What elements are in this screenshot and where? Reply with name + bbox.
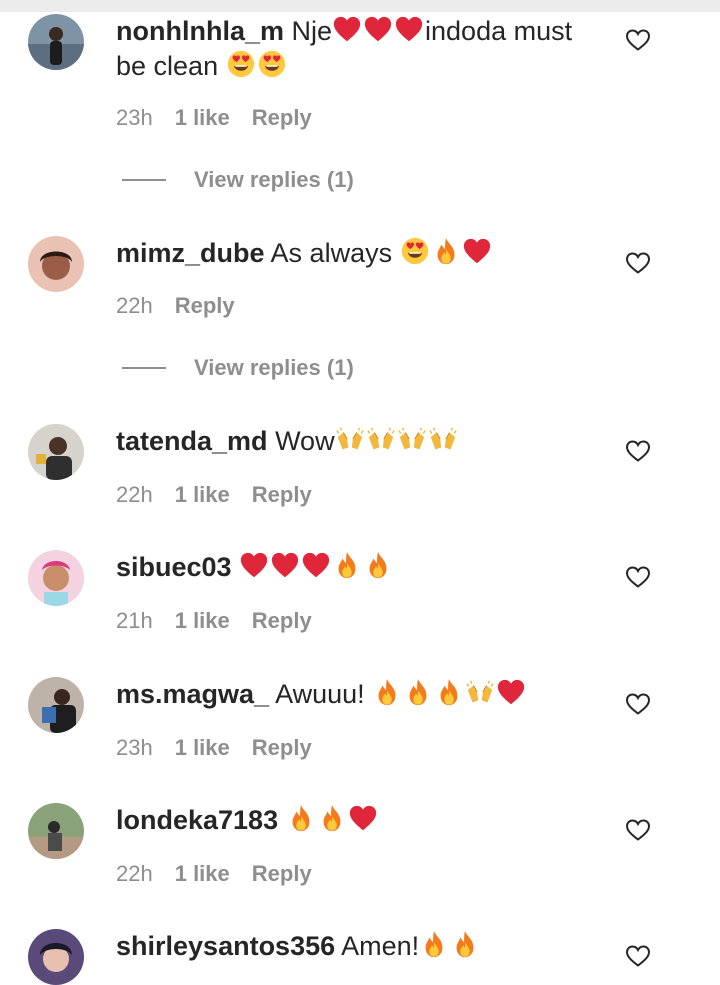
red-heart-emoji (348, 803, 378, 833)
fire-emoji (431, 236, 461, 266)
like-heart-icon[interactable] (625, 565, 651, 589)
fire-emoji (317, 803, 347, 833)
avatar[interactable] (28, 424, 84, 480)
view-replies-button[interactable]: View replies (1) (122, 167, 354, 193)
user-avatar-icon (28, 929, 84, 985)
comment-text: tatenda_md Wow (116, 424, 606, 459)
comment-username[interactable]: nonhlnhla_m (116, 16, 284, 46)
raising-hands-emoji (428, 424, 458, 454)
comment-text: shirleysantos356 Amen! (116, 929, 606, 964)
heart-eyes-emoji (226, 49, 256, 79)
reply-button[interactable]: Reply (252, 861, 312, 887)
like-heart-icon[interactable] (625, 439, 651, 463)
red-heart-emoji (239, 550, 269, 580)
comment-username[interactable]: ms.magwa_ (116, 679, 269, 709)
comment-time: 21h (116, 608, 153, 633)
fire-emoji (286, 803, 316, 833)
comment-meta: 23h 1 like Reply (116, 105, 312, 131)
user-avatar-icon (28, 677, 84, 733)
reply-button[interactable]: Reply (252, 105, 312, 131)
comment-likes[interactable]: 1 like (175, 735, 230, 761)
comment-likes[interactable]: 1 like (175, 861, 230, 887)
comment-username[interactable]: shirleysantos356 (116, 931, 335, 961)
fire-emoji (332, 550, 362, 580)
fire-emoji (372, 677, 402, 707)
comment-time: 23h (116, 105, 153, 130)
divider-line (122, 179, 166, 181)
comment-text: mimz_dube As always (116, 236, 606, 271)
comment-text: ms.magwa_ Awuuu! (116, 677, 606, 712)
red-heart-emoji (496, 677, 526, 707)
comment-likes[interactable]: 1 like (175, 608, 230, 634)
like-heart-icon[interactable] (625, 28, 651, 52)
heart-eyes-emoji (400, 236, 430, 266)
raising-hands-emoji (366, 424, 396, 454)
comment-time: 22h (116, 861, 153, 886)
fire-emoji (363, 550, 393, 580)
comment-time: 22h (116, 482, 153, 507)
comment-meta: 22h 1 like Reply (116, 482, 312, 508)
red-heart-emoji (462, 236, 492, 266)
comment-username[interactable]: tatenda_md (116, 426, 268, 456)
comment-text: nonhlnhla_m Nje indoda must be clean (116, 14, 606, 84)
comment-time: 23h (116, 735, 153, 760)
divider-line (122, 367, 166, 369)
comment-body: Nje (291, 16, 333, 46)
like-heart-icon[interactable] (625, 818, 651, 842)
user-avatar-icon (28, 550, 84, 606)
red-heart-emoji (270, 550, 300, 580)
comment-body: Awuuu! (275, 679, 365, 709)
raising-hands-emoji (397, 424, 427, 454)
view-replies-label: View replies (1) (194, 167, 354, 192)
comment-text: sibuec03 (116, 550, 606, 585)
fire-emoji (450, 929, 480, 959)
avatar[interactable] (28, 550, 84, 606)
comment-username[interactable]: mimz_dube (116, 238, 265, 268)
red-heart-emoji (363, 14, 393, 44)
top-edge (0, 0, 720, 12)
raising-hands-emoji (335, 424, 365, 454)
user-avatar-icon (28, 14, 84, 70)
comment-meta: 22h 1 like Reply (116, 861, 312, 887)
reply-button[interactable]: Reply (252, 482, 312, 508)
comment-likes[interactable]: 1 like (175, 105, 230, 131)
avatar[interactable] (28, 677, 84, 733)
comment-username[interactable]: sibuec03 (116, 552, 232, 582)
view-replies-button[interactable]: View replies (1) (122, 355, 354, 381)
red-heart-emoji (394, 14, 424, 44)
fire-emoji (419, 929, 449, 959)
comment-body: Wow (275, 426, 335, 456)
avatar[interactable] (28, 236, 84, 292)
comment-body: As always (270, 238, 393, 268)
user-avatar-icon (28, 803, 84, 859)
like-heart-icon[interactable] (625, 692, 651, 716)
like-heart-icon[interactable] (625, 251, 651, 275)
like-heart-icon[interactable] (625, 944, 651, 968)
avatar[interactable] (28, 929, 84, 985)
user-avatar-icon (28, 236, 84, 292)
comment-meta: 22h Reply (116, 293, 235, 319)
fire-emoji (434, 677, 464, 707)
comment-text: londeka7183 (116, 803, 606, 838)
red-heart-emoji (301, 550, 331, 580)
raising-hands-emoji (465, 677, 495, 707)
reply-button[interactable]: Reply (252, 735, 312, 761)
reply-button[interactable]: Reply (252, 608, 312, 634)
avatar[interactable] (28, 14, 84, 70)
comment-meta: 21h 1 like Reply (116, 608, 312, 634)
comment-meta: 23h 1 like Reply (116, 735, 312, 761)
fire-emoji (403, 677, 433, 707)
avatar[interactable] (28, 803, 84, 859)
comment-username[interactable]: londeka7183 (116, 805, 278, 835)
view-replies-label: View replies (1) (194, 355, 354, 380)
heart-eyes-emoji (257, 49, 287, 79)
comment-time: 22h (116, 293, 153, 318)
comment-likes[interactable]: 1 like (175, 482, 230, 508)
red-heart-emoji (332, 14, 362, 44)
comment-body: Amen! (341, 931, 420, 961)
reply-button[interactable]: Reply (175, 293, 235, 319)
user-avatar-icon (28, 424, 84, 480)
